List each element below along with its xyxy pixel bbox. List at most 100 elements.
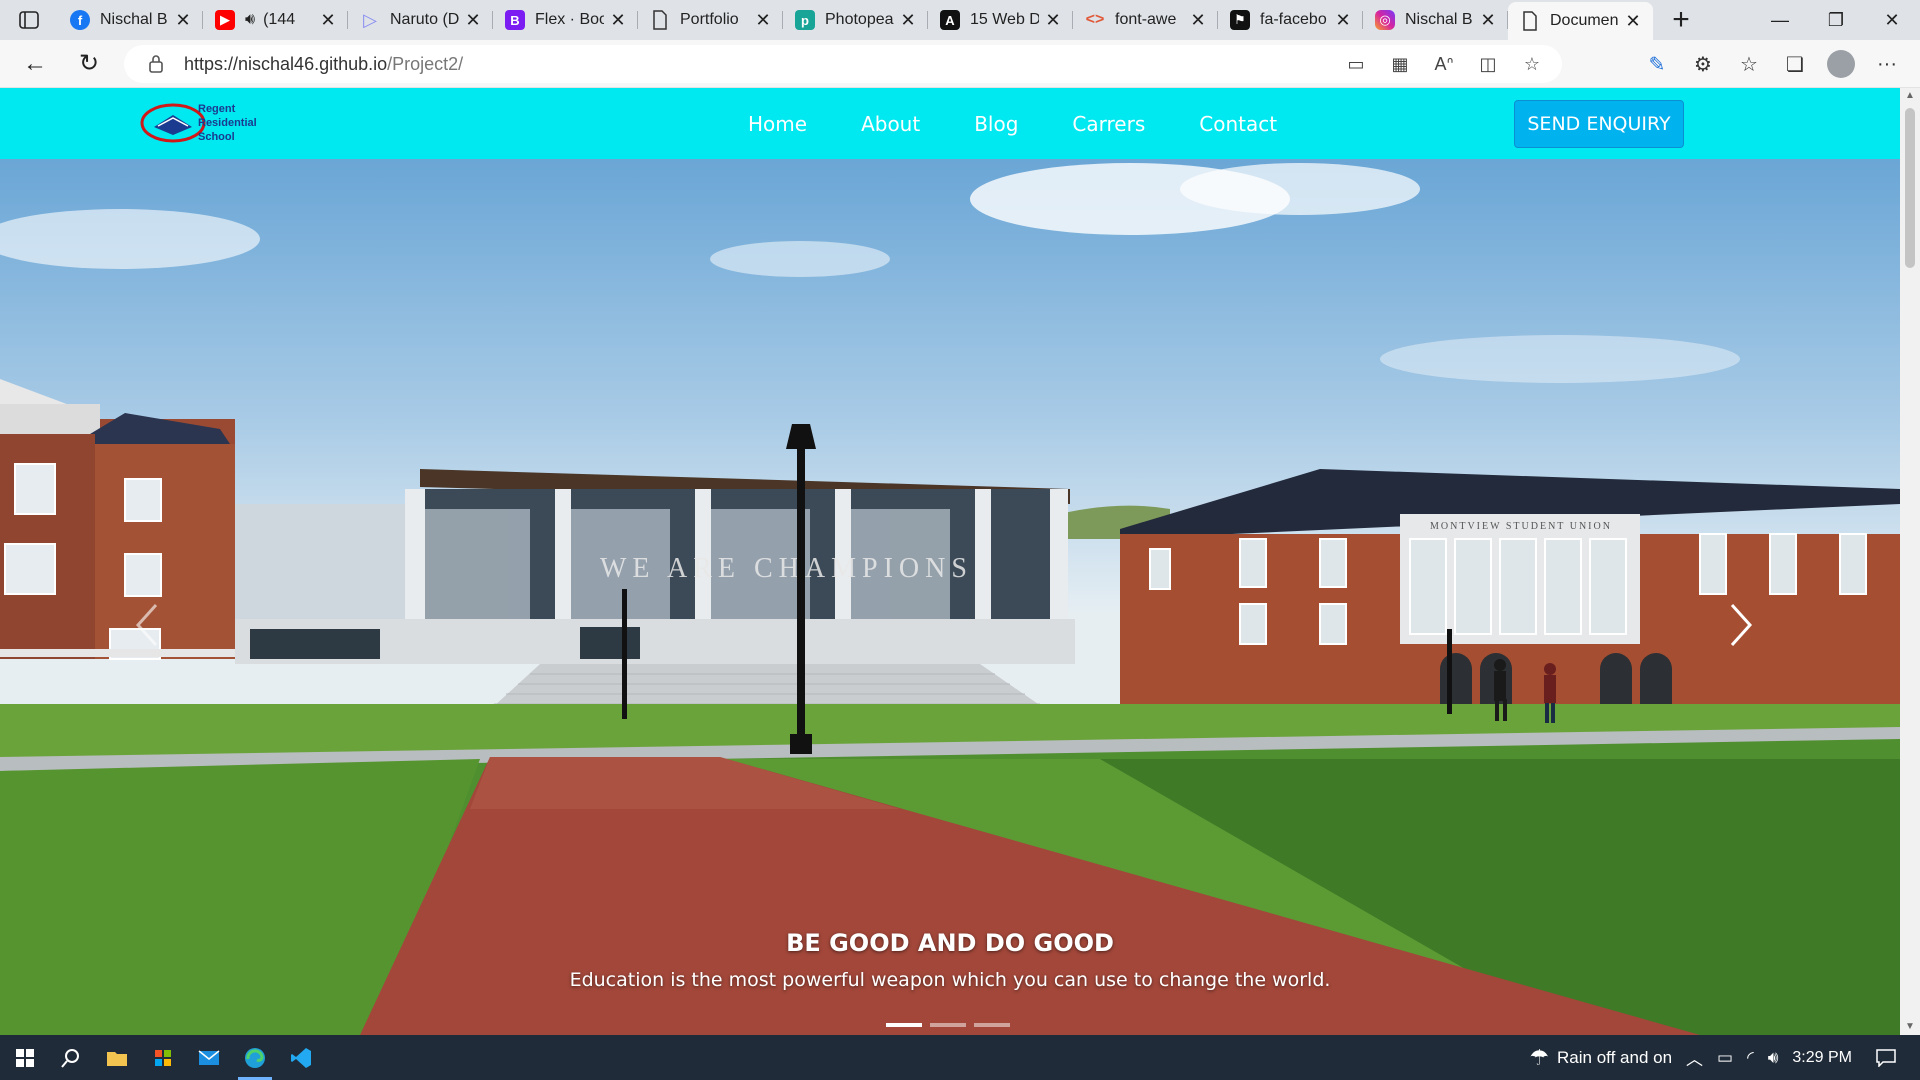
logo-line: Regent bbox=[198, 103, 236, 115]
read-aloud-icon[interactable]: Aᐢ bbox=[1422, 49, 1466, 79]
weather-widget[interactable]: ☂ Rain off and on bbox=[1529, 1045, 1672, 1071]
browser-tab[interactable]: ◎ Nischal B ✕ bbox=[1363, 0, 1508, 40]
close-icon[interactable]: ✕ bbox=[1623, 11, 1643, 31]
chevron-up-icon[interactable]: ︿ bbox=[1686, 1045, 1703, 1070]
profile-avatar[interactable] bbox=[1827, 50, 1855, 78]
browser-tab[interactable]: A 15 Web D ✕ bbox=[928, 0, 1073, 40]
add-favorite-icon[interactable]: ☆ bbox=[1510, 49, 1554, 79]
more-menu-icon[interactable]: ··· bbox=[1864, 45, 1910, 83]
close-icon[interactable]: ✕ bbox=[753, 10, 773, 30]
close-icon[interactable]: ✕ bbox=[318, 10, 338, 30]
favorites-icon[interactable]: ☆ bbox=[1726, 45, 1772, 83]
notifications-icon[interactable] bbox=[1876, 1048, 1896, 1067]
scroll-down-icon[interactable]: ▼ bbox=[1904, 1021, 1916, 1033]
browser-tab[interactable]: ▷ Naruto (D ✕ bbox=[348, 0, 493, 40]
windows-start-icon[interactable] bbox=[2, 1035, 48, 1080]
close-icon[interactable]: ✕ bbox=[1188, 10, 1208, 30]
carousel-indicator[interactable] bbox=[930, 1023, 966, 1027]
speaker-icon[interactable]: 🔊︎ bbox=[245, 11, 255, 29]
carousel-prev-arrow[interactable] bbox=[128, 595, 168, 655]
logo-line: Residential bbox=[198, 117, 257, 129]
close-icon[interactable]: ✕ bbox=[463, 10, 483, 30]
wifi-icon[interactable]: ◜ bbox=[1747, 1048, 1754, 1068]
address-bar[interactable]: https://nischal46.github.io/Project2/ ▭ … bbox=[124, 45, 1562, 83]
restore-icon[interactable]: ❐ bbox=[1808, 0, 1864, 40]
nav-home[interactable]: Home bbox=[748, 112, 807, 136]
battery-icon[interactable]: ▭ bbox=[1717, 1048, 1733, 1068]
mail-icon[interactable] bbox=[186, 1035, 232, 1080]
grid-apps-icon[interactable]: ▦ bbox=[1378, 49, 1422, 79]
close-icon[interactable]: ✕ bbox=[1043, 10, 1063, 30]
lock-icon[interactable] bbox=[148, 54, 168, 74]
clock-time[interactable]: 3:29 PM bbox=[1792, 1049, 1852, 1067]
tab-title: Nischal B bbox=[100, 11, 168, 28]
web-page: Regent Residential School Home About Blo… bbox=[0, 88, 1900, 1035]
tab-title: font-awe bbox=[1115, 11, 1177, 28]
web-dev-icon: A bbox=[940, 10, 960, 30]
volume-icon[interactable]: 🔊︎ bbox=[1768, 1048, 1779, 1068]
immersive-reader-icon[interactable]: ◫ bbox=[1466, 49, 1510, 79]
extensions-icon[interactable]: ⚙ bbox=[1680, 45, 1726, 83]
browser-tab[interactable]: ⚑ fa-facebo ✕ bbox=[1218, 0, 1363, 40]
tab-actions-icon[interactable] bbox=[0, 0, 58, 40]
video-play-icon: ▷ bbox=[363, 9, 377, 30]
file-explorer-icon[interactable] bbox=[94, 1035, 140, 1080]
window-controls: — ❐ ✕ bbox=[1752, 0, 1920, 40]
close-icon[interactable]: ✕ bbox=[1333, 10, 1353, 30]
browser-tab[interactable]: p Photopea ✕ bbox=[783, 0, 928, 40]
send-enquiry-button[interactable]: SEND ENQUIRY bbox=[1514, 100, 1684, 148]
back-arrow-icon[interactable]: ← bbox=[12, 44, 58, 84]
browser-tab[interactable]: Portfolio ✕ bbox=[638, 0, 783, 40]
browser-tab[interactable]: B Flex · Boo ✕ bbox=[493, 0, 638, 40]
logo-text: Regent Residential School bbox=[198, 102, 257, 144]
nav-links: Home About Blog Carrers Contact bbox=[748, 88, 1331, 159]
nav-about[interactable]: About bbox=[861, 112, 920, 136]
carousel-indicator[interactable] bbox=[886, 1023, 922, 1027]
browser-tab-active[interactable]: Documen ✕ bbox=[1508, 2, 1653, 40]
edge-browser-icon[interactable] bbox=[232, 1035, 278, 1080]
scroll-up-icon[interactable]: ▲ bbox=[1904, 90, 1916, 102]
pen-extension-icon[interactable]: ✎ bbox=[1634, 45, 1680, 83]
nav-careers[interactable]: Carrers bbox=[1072, 112, 1145, 136]
close-icon[interactable]: ✕ bbox=[608, 10, 628, 30]
carousel-indicator[interactable] bbox=[974, 1023, 1010, 1027]
page-scrollbar[interactable]: ▲ ▼ bbox=[1900, 88, 1920, 1035]
browser-tab[interactable]: f Nischal B ✕ bbox=[58, 0, 203, 40]
tab-title: Naruto (D bbox=[390, 11, 459, 28]
minimize-icon[interactable]: — bbox=[1752, 0, 1808, 40]
collections-icon[interactable]: ❏ bbox=[1772, 45, 1818, 83]
nav-contact[interactable]: Contact bbox=[1199, 112, 1277, 136]
browser-toolbar: ← ↻ https://nischal46.github.io/Project2… bbox=[0, 40, 1920, 88]
hero-caption-title: BE GOOD AND DO GOOD bbox=[786, 929, 1114, 957]
close-icon[interactable]: ✕ bbox=[173, 10, 193, 30]
tab-title: Photopea bbox=[825, 11, 894, 28]
vscode-icon[interactable] bbox=[278, 1035, 324, 1080]
refresh-icon[interactable]: ↻ bbox=[66, 44, 112, 84]
store-icon[interactable] bbox=[140, 1035, 186, 1080]
site-navbar: Regent Residential School Home About Blo… bbox=[0, 88, 1900, 159]
tab-title: (144 bbox=[263, 11, 296, 28]
browser-tab[interactable]: ▶ 🔊︎ (144 ✕ bbox=[203, 0, 348, 40]
logo-line: School bbox=[198, 131, 235, 143]
scroll-thumb[interactable] bbox=[1905, 108, 1915, 268]
flag-icon: ⚑ bbox=[1230, 10, 1250, 30]
new-tab-icon[interactable]: + bbox=[1659, 0, 1703, 40]
facebook-icon: f bbox=[70, 10, 90, 30]
hero-carousel: WE ARE CHAMPIONS MONTVIEW STUDENT UNION bbox=[0, 159, 1900, 1035]
nav-blog[interactable]: Blog bbox=[974, 112, 1018, 136]
browser-tab[interactable]: <> font-awe ✕ bbox=[1073, 0, 1218, 40]
close-icon[interactable]: ✕ bbox=[1478, 10, 1498, 30]
url-text[interactable]: https://nischal46.github.io/Project2/ bbox=[184, 54, 463, 75]
app-available-icon[interactable]: ▭ bbox=[1334, 49, 1378, 79]
umbrella-icon: ☂ bbox=[1529, 1044, 1550, 1070]
school-logo[interactable]: Regent Residential School bbox=[140, 99, 270, 147]
carousel-next-arrow[interactable] bbox=[1720, 595, 1760, 655]
search-icon[interactable] bbox=[48, 1035, 94, 1080]
tab-title: Flex · Boo bbox=[535, 11, 604, 28]
close-icon[interactable]: ✕ bbox=[898, 10, 918, 30]
close-window-icon[interactable]: ✕ bbox=[1864, 0, 1920, 40]
logo-emblem-icon bbox=[140, 103, 206, 143]
campus-photo: WE ARE CHAMPIONS MONTVIEW STUDENT UNION bbox=[0, 163, 1900, 1035]
tab-title: fa-facebo bbox=[1260, 11, 1327, 28]
building-sign: WE ARE CHAMPIONS bbox=[600, 553, 973, 584]
